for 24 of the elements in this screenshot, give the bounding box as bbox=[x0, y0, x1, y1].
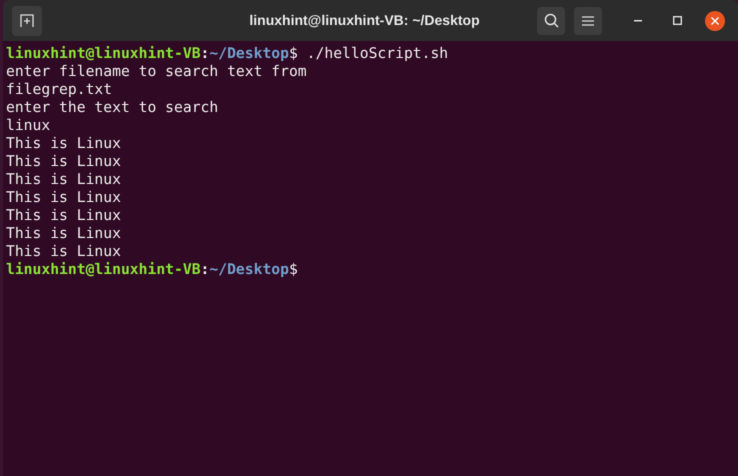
new-tab-button[interactable] bbox=[12, 6, 42, 36]
menu-icon bbox=[582, 16, 594, 26]
new-tab-icon bbox=[20, 14, 34, 28]
output-line: This is Linux bbox=[6, 207, 121, 225]
search-button[interactable] bbox=[537, 6, 565, 34]
output-line: This is Linux bbox=[6, 225, 121, 243]
output-line: This is Linux bbox=[6, 171, 121, 189]
menu-button[interactable] bbox=[574, 6, 602, 34]
close-button[interactable] bbox=[705, 10, 725, 30]
prompt-line: linuxhint@linuxhint-VB:~/Desktop$ ./helloScript.sh bbox=[6, 45, 448, 63]
minimize-icon bbox=[634, 20, 642, 22]
output-line: This is Linux bbox=[6, 243, 121, 261]
output-line: linux bbox=[6, 117, 50, 135]
search-icon bbox=[544, 13, 558, 28]
output-line: This is Linux bbox=[6, 135, 121, 153]
output-line: enter filename to search text from bbox=[6, 63, 307, 81]
maximize-icon bbox=[672, 16, 682, 25]
window-title: linuxhint@linuxhint-VB: ~/Desktop bbox=[249, 11, 480, 30]
output-line: enter the text to search bbox=[6, 99, 218, 117]
close-icon bbox=[711, 16, 719, 24]
output-line: This is Linux bbox=[6, 153, 121, 171]
prompt-line: linuxhint@linuxhint-VB:~/Desktop$ bbox=[6, 261, 298, 279]
output-line: filegrep.txt bbox=[6, 81, 112, 99]
output-line: This is Linux bbox=[6, 189, 121, 207]
